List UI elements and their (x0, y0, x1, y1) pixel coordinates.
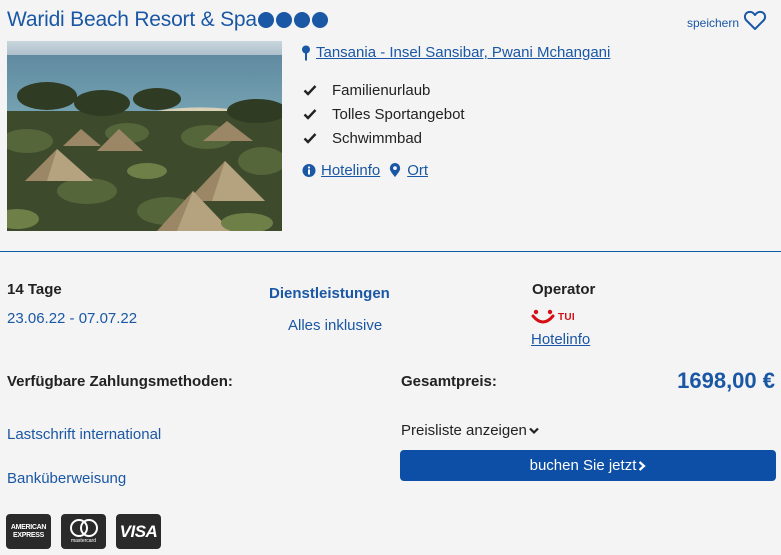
hotel-photo[interactable] (7, 41, 282, 231)
tui-logo: TUI (531, 309, 575, 325)
list-item: Tolles Sportangebot (303, 102, 465, 126)
check-icon (303, 85, 317, 96)
trip-duration: 14 Tage (7, 281, 62, 298)
heart-icon[interactable] (743, 9, 767, 31)
hotelinfo-link[interactable]: Hotelinfo (302, 162, 380, 179)
mastercard-icon: mastercard (61, 514, 106, 549)
mastercard-circles (69, 519, 98, 537)
offer-details: 14 Tage 23.06.22 - 07.07.22 Dienstleistu… (0, 262, 781, 555)
save-label[interactable]: speichern (687, 16, 739, 30)
hotel-card-header: Waridi Beach Resort & Spa speichern Tans… (0, 0, 781, 252)
tui-logo-text: TUI (558, 311, 576, 323)
save-button[interactable]: speichern (687, 9, 767, 31)
map-marker-icon (390, 163, 401, 178)
visa-icon: VISA (116, 514, 161, 549)
amex-icon: AMERICAN EXPRESS (6, 514, 51, 549)
hotel-title[interactable]: Waridi Beach Resort & Spa (7, 8, 328, 32)
star-icon (275, 12, 292, 28)
payment-card-logos: AMERICAN EXPRESS mastercard VISA (6, 514, 161, 549)
visa-text: VISA (119, 521, 158, 541)
payment-method: Banküberweisung (7, 470, 127, 487)
hotel-name[interactable]: Waridi Beach Resort & Spa (7, 8, 257, 32)
feature-list: Familienurlaub Tolles Sportangebot Schwi… (303, 78, 465, 150)
feature-label: Schwimmbad (332, 129, 423, 147)
resort-image (7, 41, 282, 231)
total-price-heading: Gesamtpreis: (401, 373, 497, 390)
info-icon (302, 164, 316, 177)
payment-method: Lastschrift international (7, 426, 162, 443)
ort-link[interactable]: Ort (388, 162, 428, 179)
book-now-label[interactable]: buchen Sie jetzt (530, 457, 637, 474)
location-text[interactable]: Tansania - Insel Sansibar, Pwani Mchanga… (316, 44, 610, 61)
total-price: 1698,00 € (677, 368, 775, 393)
amex-line2: EXPRESS (13, 531, 44, 539)
pricelist-toggle[interactable]: Preisliste anzeigen (401, 422, 539, 439)
feature-label: Familienurlaub (332, 81, 431, 99)
hotel-info-links: Hotelinfo Ort (302, 162, 428, 179)
ort-label[interactable]: Ort (407, 162, 428, 179)
check-icon (303, 109, 317, 120)
feature-label: Tolles Sportangebot (332, 105, 465, 123)
star-icon (257, 12, 274, 28)
hotelinfo-label[interactable]: Hotelinfo (321, 162, 380, 179)
trip-dates: 23.06.22 - 07.07.22 (7, 310, 138, 327)
amex-line1: AMERICAN (10, 523, 47, 531)
operator-heading: Operator (532, 281, 596, 298)
tui-smile-icon (531, 309, 555, 324)
location-link[interactable]: Tansania - Insel Sansibar, Pwani Mchanga… (300, 44, 610, 61)
star-icon (293, 12, 310, 28)
star-icon (311, 12, 328, 28)
operator-hotelinfo-link[interactable]: Hotelinfo (531, 331, 590, 348)
pricelist-label[interactable]: Preisliste anzeigen (401, 422, 527, 439)
map-pin-icon (302, 45, 310, 60)
book-now-button[interactable]: buchen Sie jetzt (400, 450, 776, 481)
star-rating (257, 12, 328, 28)
services-value: Alles inklusive (288, 317, 383, 334)
mastercard-text: mastercard (70, 538, 96, 544)
mc-circle-right (79, 519, 98, 537)
chevron-down-icon (529, 427, 539, 434)
payment-heading: Verfügbare Zahlungsmethoden: (7, 373, 233, 390)
chevron-right-icon (639, 460, 647, 471)
check-icon (303, 133, 317, 144)
list-item: Schwimmbad (303, 126, 465, 150)
services-heading: Dienstleistungen (269, 285, 390, 302)
list-item: Familienurlaub (303, 78, 465, 102)
